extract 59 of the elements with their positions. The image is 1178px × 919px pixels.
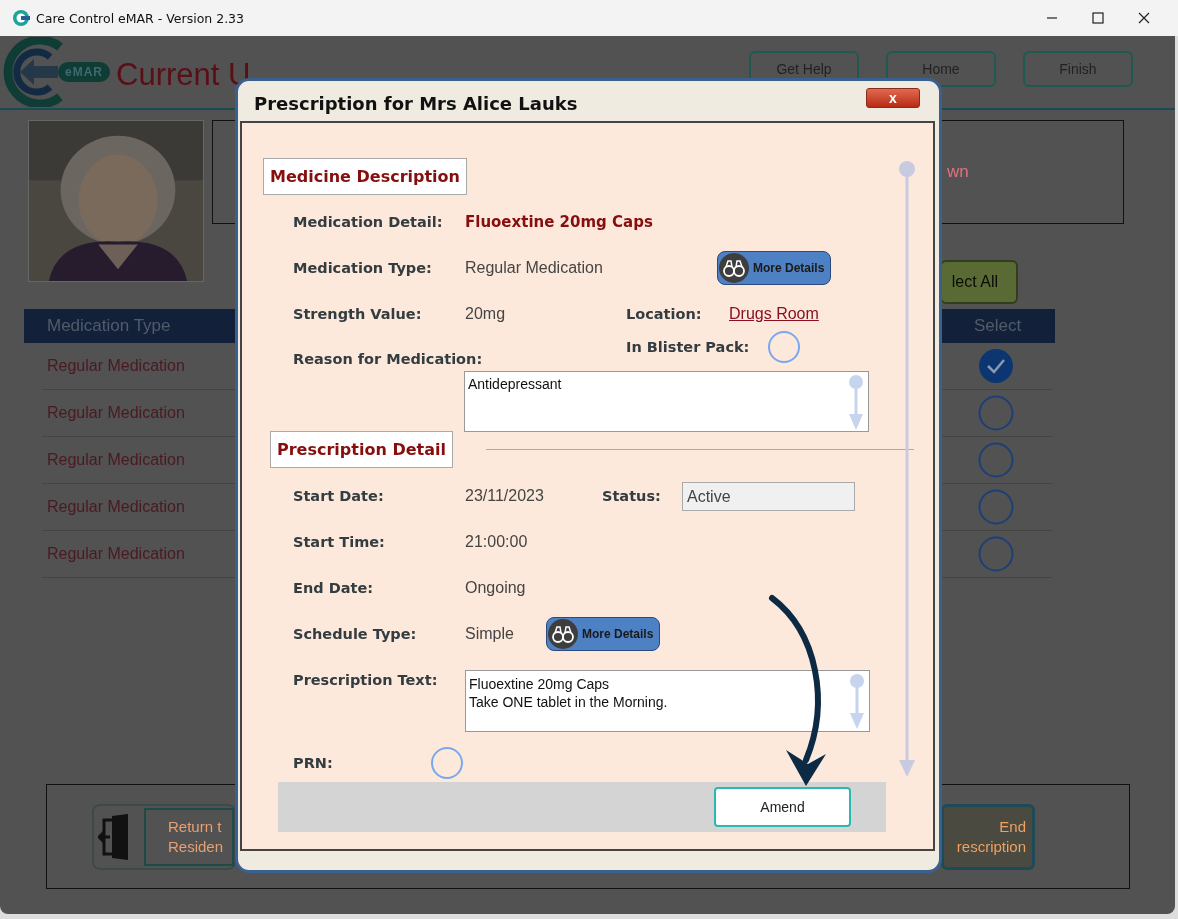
unchecked-radio[interactable] [978, 489, 1014, 525]
unchecked-radio[interactable] [978, 395, 1014, 431]
window-title: Care Control eMAR - Version 2.33 [36, 10, 244, 26]
more-details-button[interactable]: More Details [717, 251, 831, 285]
unchecked-radio[interactable] [978, 536, 1014, 572]
emar-badge: eMAR [58, 62, 110, 82]
field-label: Location: [626, 306, 703, 322]
select-all-button[interactable]: lect All [940, 260, 1018, 304]
table-cell: Regular Medication [47, 545, 185, 563]
column-header: Medication Type [47, 316, 171, 336]
resident-info-text: wn [947, 162, 969, 182]
field-label: In Blister Pack: [626, 339, 751, 355]
field-value: 21:00:00 [465, 533, 528, 551]
dialog-title: Prescription for Mrs Alice Lauks [254, 93, 578, 114]
unchecked-radio[interactable] [978, 442, 1014, 478]
field-label: Medication Type: [293, 260, 433, 276]
prescription-text-field[interactable]: Fluoextine 20mg Caps Take ONE tablet in the Morning. [465, 670, 870, 732]
field-label: Start Date: [293, 488, 385, 504]
close-icon[interactable] [1138, 12, 1150, 24]
return-button[interactable]: Return t Residen [92, 804, 236, 870]
end-prescription-button[interactable]: End rescription [941, 804, 1035, 870]
field-value: Simple [465, 625, 515, 643]
logo-icon [2, 37, 66, 107]
table-cell: Regular Medication [47, 451, 185, 469]
more-details-button[interactable]: More Details [546, 617, 660, 651]
table-cell: Regular Medication [47, 498, 185, 516]
field-label: Reason for Medication: [293, 351, 484, 367]
prn-radio[interactable] [431, 747, 463, 779]
field-label: Strength Value: [293, 306, 423, 322]
field-label: Status: [602, 488, 662, 504]
field-label: Schedule Type: [293, 626, 418, 642]
close-button[interactable]: x [866, 88, 920, 108]
scroll-indicator-icon [849, 673, 865, 731]
app-logo-icon [12, 9, 30, 27]
maximize-icon[interactable] [1092, 12, 1104, 24]
field-label: Start Time: [293, 534, 386, 550]
section-heading: Prescription Detail [270, 431, 453, 468]
binoculars-icon [548, 619, 578, 649]
medication-detail-value: Fluoextine 20mg Caps [465, 213, 653, 231]
field-value: Regular Medication [465, 259, 604, 277]
field-label: Medication Detail: [293, 214, 444, 230]
section-heading: Medicine Description [263, 158, 467, 195]
status-field: Active [682, 481, 855, 511]
field-value: 23/11/2023 [465, 487, 545, 505]
amend-button[interactable]: Amend [714, 787, 851, 827]
table-cell: Regular Medication [47, 357, 185, 375]
scroll-indicator-icon [848, 374, 864, 432]
checked-radio[interactable] [978, 348, 1014, 384]
column-header: Select [972, 316, 1023, 336]
field-label: PRN: [293, 755, 334, 771]
field-label: Prescription Text: [293, 672, 439, 688]
field-value: 20mg [465, 305, 507, 323]
location-link[interactable]: Drugs Room [729, 305, 819, 323]
field-label: End Date: [293, 580, 375, 596]
blister-pack-radio[interactable] [768, 331, 800, 363]
reason-text-field[interactable]: Antidepressant [464, 371, 869, 432]
binoculars-icon [719, 253, 749, 283]
table-cell: Regular Medication [47, 404, 185, 422]
field-value: Ongoing [465, 579, 526, 597]
